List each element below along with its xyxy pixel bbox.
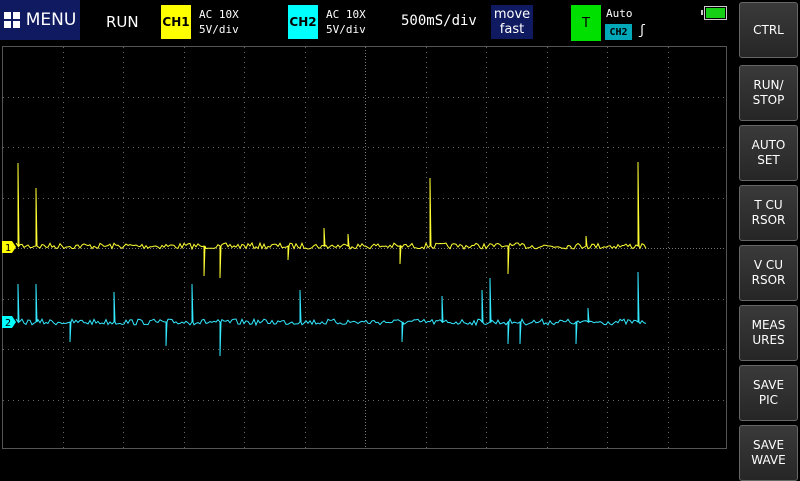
ch1-badge[interactable]: CH1 — [161, 5, 191, 39]
run-status: RUN — [106, 13, 139, 31]
status-bar: MENU RUN CH1 AC 10X 5V/div CH2 AC 10X 5V… — [0, 0, 735, 46]
measures-button[interactable]: MEAS URES — [739, 305, 798, 361]
trigger-source[interactable]: CH2 — [605, 24, 632, 40]
trigger-badge[interactable]: T — [571, 5, 601, 41]
run-stop-button[interactable]: RUN/ STOP — [739, 65, 798, 121]
auto-set-button[interactable]: AUTO SET — [739, 125, 798, 181]
menu-grid-icon — [3, 12, 20, 28]
t-cursor-button[interactable]: T CU RSOR — [739, 185, 798, 241]
ch1-scale: 5V/div — [199, 23, 239, 36]
rising-edge-icon: ʃ — [638, 23, 646, 38]
ch2-scale: 5V/div — [326, 23, 366, 36]
ch2-marker-label: 2 — [5, 318, 11, 329]
save-pic-button[interactable]: SAVE PIC — [739, 365, 798, 421]
ch1-coupling: AC 10X — [199, 8, 239, 21]
menu-label: MENU — [25, 10, 77, 30]
ctrl-button[interactable]: CTRL — [739, 2, 798, 58]
sidebar: CTRL RUN/ STOP AUTO SET T CU RSOR V CU R… — [736, 0, 800, 481]
waveform-display[interactable]: 1 2 — [2, 46, 728, 450]
timebase[interactable]: 500mS/div — [401, 13, 477, 29]
ch1-marker-label: 1 — [5, 243, 11, 254]
ch1-info[interactable]: AC 10X 5V/div — [199, 7, 239, 37]
move-speed-button[interactable]: move fast — [491, 5, 533, 39]
trigger-mode[interactable]: Auto — [606, 7, 633, 20]
v-cursor-button[interactable]: V CU RSOR — [739, 245, 798, 301]
move-label: move — [493, 7, 531, 22]
ch2-badge[interactable]: CH2 — [288, 5, 318, 39]
move-speed: fast — [499, 22, 525, 37]
save-wave-button[interactable]: SAVE WAVE — [739, 425, 798, 481]
menu-button[interactable]: MENU — [0, 0, 80, 40]
battery-icon — [701, 6, 727, 20]
ch2-coupling: AC 10X — [326, 8, 366, 21]
ch2-info[interactable]: AC 10X 5V/div — [326, 7, 366, 37]
